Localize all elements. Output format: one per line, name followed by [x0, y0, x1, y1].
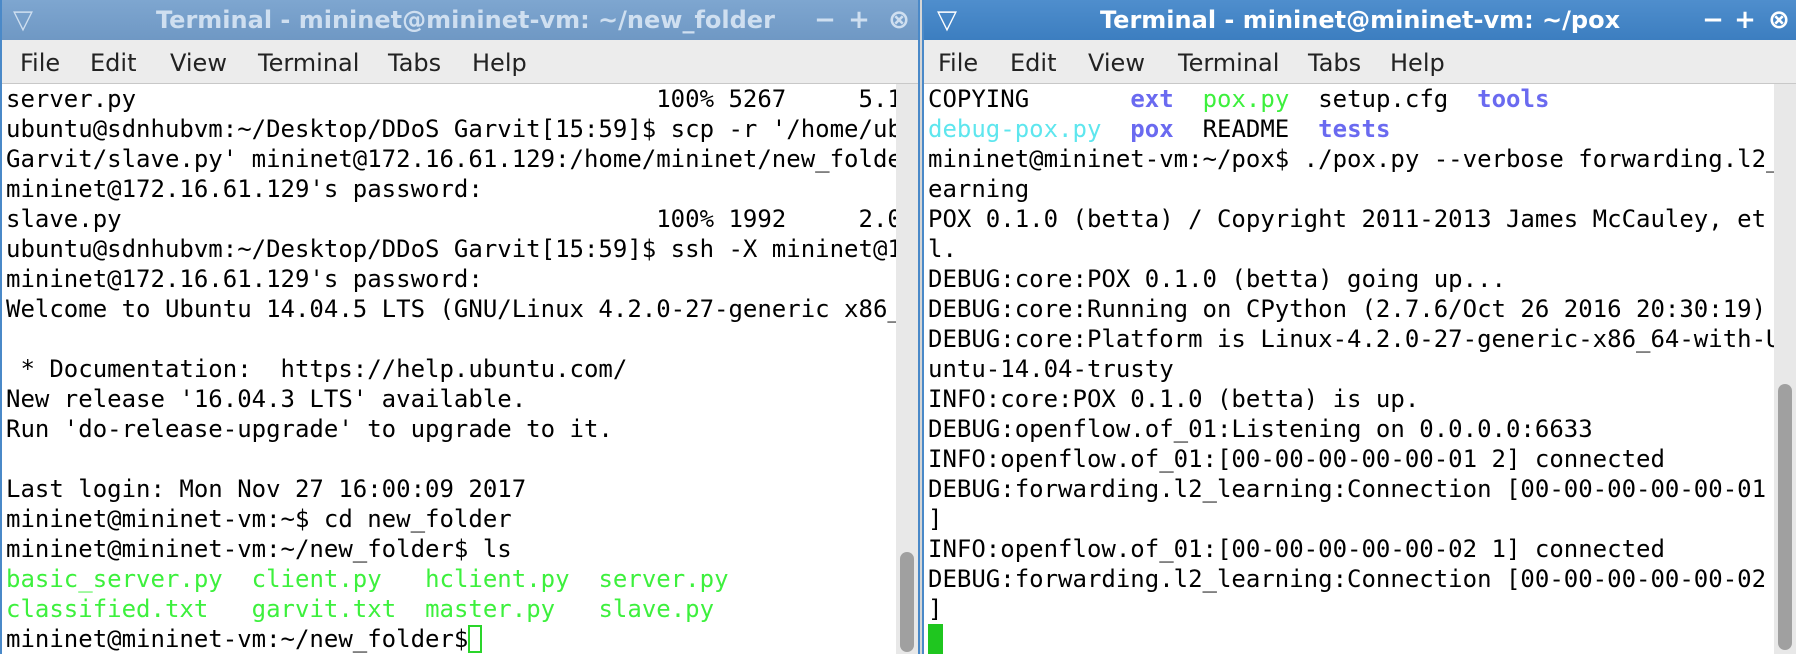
prompt-line: mininet@mininet-vm:~/new_folder$ [6, 625, 483, 653]
terminal-line: Welcome to Ubuntu 14.04.5 LTS (GNU/Linux… [6, 295, 896, 323]
terminal-line: * Documentation: https://help.ubuntu.com… [6, 355, 628, 383]
terminal-line: ubuntu@sdnhubvm:~/Desktop/DDoS Garvit[15… [6, 235, 896, 263]
dir-entry: tests [1318, 115, 1391, 143]
terminal-line: Run 'do-release-upgrade' to upgrade to i… [6, 415, 613, 443]
menu-help[interactable]: Help [472, 40, 527, 84]
file-entry: slave.py [598, 595, 715, 623]
file-entry: basic_server.py [6, 565, 223, 593]
close-icon[interactable]: ⊗ [1764, 0, 1794, 40]
terminal-line: earning [928, 175, 1030, 203]
menu-terminal[interactable]: Terminal [1178, 40, 1279, 84]
left-scroll-thumb[interactable] [900, 552, 914, 652]
ls-output-row: basic_server.py client.py hclient.py ser… [6, 564, 729, 594]
menu-view[interactable]: View [1088, 40, 1145, 84]
menu-help[interactable]: Help [1390, 40, 1445, 84]
right-scrollbar[interactable] [1774, 84, 1796, 654]
terminal-line: untu-14.04-trusty [928, 355, 1174, 383]
minimize-icon[interactable]: − [1698, 0, 1728, 40]
terminal-line: INFO:openflow.of_01:[00-00-00-00-00-02 1… [928, 535, 1665, 563]
maximize-icon[interactable]: + [844, 0, 874, 40]
left-menu-bar: File Edit View Terminal Tabs Help [2, 40, 918, 84]
terminal-line: mininet@mininet-vm:~/new_folder$ ls [6, 535, 512, 563]
menu-file[interactable]: File [938, 40, 978, 84]
left-title-bar[interactable]: ▽ Terminal - mininet@mininet-vm: ~/new_f… [2, 0, 918, 40]
terminal-line: Garvit/slave.py' mininet@172.16.61.129:/… [6, 145, 896, 173]
terminal-line: DEBUG:forwarding.l2_learning:Connection … [928, 565, 1774, 593]
terminal-line: mininet@172.16.61.129's password: [6, 265, 483, 293]
terminal-line: ] [928, 505, 943, 533]
menu-view[interactable]: View [170, 40, 227, 84]
window-menu-icon[interactable]: ▽ [932, 0, 962, 40]
window-menu-icon[interactable]: ▽ [8, 0, 38, 40]
right-title-bar[interactable]: ▽ Terminal - mininet@mininet-vm: ~/pox −… [924, 0, 1796, 40]
right-window-title: Terminal - mininet@mininet-vm: ~/pox [1100, 6, 1621, 34]
right-scroll-thumb[interactable] [1778, 384, 1792, 650]
left-window-title: Terminal - mininet@mininet-vm: ~/new_fol… [156, 6, 775, 34]
file-entry: client.py [251, 565, 382, 593]
text-cursor [468, 625, 482, 653]
terminal-line: slave.py 100% 1992 2.0 [6, 205, 896, 233]
menu-tabs[interactable]: Tabs [388, 40, 441, 84]
terminal-line: INFO:core:POX 0.1.0 (betta) is up. [928, 385, 1420, 413]
left-terminal-output[interactable]: server.py 100% 5267 5.1 ubuntu@sdnhubvm:… [2, 84, 896, 654]
terminal-line: INFO:openflow.of_01:[00-00-00-00-00-01 2… [928, 445, 1665, 473]
terminal-line: DEBUG:core:POX 0.1.0 (betta) going up... [928, 265, 1506, 293]
file-entry: pox.py [1202, 85, 1290, 113]
menu-terminal[interactable]: Terminal [258, 40, 359, 84]
ls-output-row: debug-pox.py pox README tests [928, 114, 1390, 144]
file-entry: classified.txt [6, 595, 209, 623]
dir-entry: pox [1130, 115, 1174, 143]
file-entry: master.py [425, 595, 556, 623]
terminal-line: DEBUG:openflow.of_01:Listening on 0.0.0.… [928, 415, 1593, 443]
dir-entry: ext [1130, 85, 1174, 113]
terminal-line: mininet@mininet-vm:~$ cd new_folder [6, 505, 512, 533]
terminal-line: l. [928, 235, 957, 263]
link-entry: debug-pox.py [928, 115, 1102, 143]
file-entry: hclient.py [425, 565, 570, 593]
file-entry: garvit.txt [251, 595, 397, 623]
right-terminal-output[interactable]: COPYING ext pox.py setup.cfg tools debug… [924, 84, 1774, 654]
ls-output-row: classified.txt garvit.txt master.py slav… [6, 594, 714, 624]
terminal-line: mininet@172.16.61.129's password: [6, 175, 483, 203]
menu-edit[interactable]: Edit [1010, 40, 1056, 84]
terminal-line: DEBUG:forwarding.l2_learning:Connection … [928, 475, 1774, 503]
file-entry: README [1202, 115, 1290, 143]
left-terminal-window: ▽ Terminal - mininet@mininet-vm: ~/new_f… [0, 0, 920, 654]
menu-edit[interactable]: Edit [90, 40, 136, 84]
right-menu-bar: File Edit View Terminal Tabs Help [924, 40, 1796, 84]
terminal-line: ] [928, 595, 943, 623]
close-icon[interactable]: ⊗ [884, 0, 914, 40]
menu-file[interactable]: File [20, 40, 60, 84]
left-scrollbar[interactable] [896, 84, 918, 654]
menu-tabs[interactable]: Tabs [1308, 40, 1361, 84]
minimize-icon[interactable]: − [810, 0, 840, 40]
right-terminal-window: ▽ Terminal - mininet@mininet-vm: ~/pox −… [922, 0, 1796, 654]
dir-entry: tools [1477, 85, 1550, 113]
file-entry: setup.cfg [1318, 85, 1449, 113]
terminal-line: server.py 100% 5267 5.1 [6, 85, 896, 113]
terminal-line: ubuntu@sdnhubvm:~/Desktop/DDoS Garvit[15… [6, 115, 896, 143]
file-entry: COPYING [928, 85, 1030, 113]
terminal-line: New release '16.04.3 LTS' available. [6, 385, 527, 413]
terminal-line: mininet@mininet-vm:~/pox$ ./pox.py --ver… [928, 145, 1774, 173]
file-entry: server.py [598, 565, 729, 593]
maximize-icon[interactable]: + [1730, 0, 1760, 40]
terminal-line: Last login: Mon Nov 27 16:00:09 2017 [6, 475, 527, 503]
text-cursor [928, 624, 943, 654]
terminal-line: DEBUG:core:Platform is Linux-4.2.0-27-ge… [928, 325, 1774, 353]
terminal-line: DEBUG:core:Running on CPython (2.7.6/Oct… [928, 295, 1767, 323]
ls-output-row: COPYING ext pox.py setup.cfg tools [928, 84, 1549, 114]
terminal-line: POX 0.1.0 (betta) / Copyright 2011-2013 … [928, 205, 1774, 233]
